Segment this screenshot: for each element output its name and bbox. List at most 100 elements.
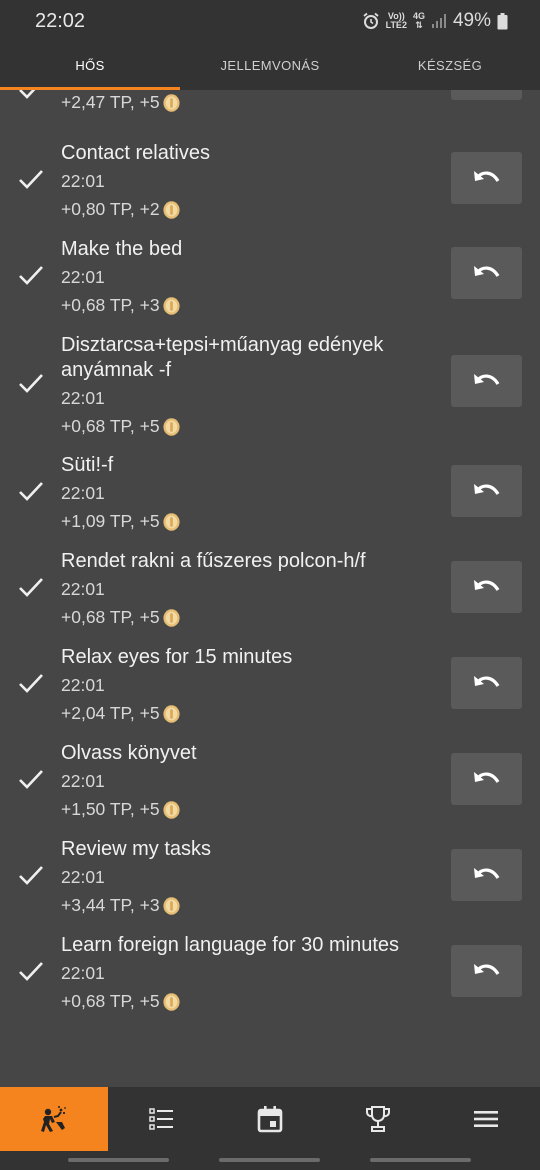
undo-icon [473, 868, 499, 879]
task-reward: +1,09 TP, +5 [61, 511, 181, 532]
tab-skills[interactable]: KÉSZSÉG [360, 44, 540, 90]
coin-icon [163, 992, 180, 1011]
coin-icon [163, 417, 180, 436]
check-icon [19, 962, 43, 981]
battery-level: 49% [452, 10, 491, 31]
task-reward: +0,68 TP, +5 [61, 607, 181, 628]
tab-traits[interactable]: JELLEMVONÁS [180, 44, 360, 90]
task-time: 22:01 [61, 867, 105, 887]
task-reward: +2,47 TP, +5 [61, 92, 181, 113]
menu-icon [474, 1111, 498, 1127]
task-time: 22:01 [61, 388, 105, 408]
undo-button[interactable] [451, 152, 522, 204]
undo-button[interactable] [451, 753, 522, 805]
task-reward: +0,68 TP, +5 [61, 416, 181, 437]
task-title: Contact relatives [61, 142, 210, 164]
check-icon [19, 90, 36, 99]
undo-icon [473, 580, 499, 591]
alarm-icon [363, 12, 379, 29]
battery-icon [497, 12, 508, 29]
status-time: 22:02 [35, 10, 86, 32]
check-icon [19, 374, 43, 393]
reward-text: +3,44 TP, +3 [61, 895, 160, 915]
coin-icon [163, 200, 180, 219]
task-title: Olvass könyvet [61, 742, 197, 764]
coin-icon [163, 93, 180, 112]
reward-text: +0,68 TP, +5 [61, 416, 160, 436]
task-reward: +3,44 TP, +3 [61, 895, 181, 916]
hero-icon [41, 1106, 66, 1132]
undo-button[interactable] [451, 355, 522, 407]
undo-button[interactable] [451, 465, 522, 517]
gesture-recents[interactable] [68, 1158, 169, 1162]
reward-text: +0,68 TP, +5 [61, 607, 160, 627]
check-icon [19, 866, 43, 885]
check-icon [19, 482, 43, 501]
undo-button[interactable] [451, 657, 522, 709]
nav-hero[interactable] [0, 1087, 108, 1151]
task-title: Learn foreign language for 30 minutes [61, 934, 400, 956]
gesture-home[interactable] [219, 1158, 320, 1162]
task-time: 22:01 [61, 171, 105, 191]
completed-task-list[interactable]: +2,47 TP, +5 Contact relatives 22:01 +0,… [0, 90, 540, 1085]
task-time: 22:01 [61, 579, 105, 599]
task-reward: +0,80 TP, +2 [61, 199, 181, 220]
reward-text: +0,80 TP, +2 [61, 199, 160, 219]
task-reward: +0,68 TP, +3 [61, 295, 181, 316]
task-title: Review my tasks [61, 838, 212, 860]
task-time: 22:01 [61, 267, 105, 287]
bottom-navigation [0, 1087, 540, 1151]
check-icon [19, 674, 43, 693]
undo-icon [473, 676, 499, 687]
undo-icon [473, 484, 499, 495]
calendar-icon [257, 1106, 283, 1133]
reward-text: +2,04 TP, +5 [61, 703, 160, 723]
coin-icon [163, 800, 180, 819]
nav-tasks[interactable] [108, 1087, 216, 1151]
check-icon [19, 578, 43, 597]
coin-icon [163, 896, 180, 915]
nav-calendar[interactable] [216, 1087, 324, 1151]
task-time: 22:01 [61, 483, 105, 503]
task-time: 22:01 [61, 771, 105, 791]
tab-hero[interactable]: HŐS [0, 44, 180, 90]
reward-text: +1,09 TP, +5 [61, 511, 160, 531]
reward-text: +1,50 TP, +5 [61, 799, 160, 819]
checklist-icon [149, 1108, 173, 1130]
undo-button[interactable] [451, 247, 522, 299]
status-icons: Vo)) LTE2 4G ⇅ 49% [362, 8, 508, 34]
undo-icon [473, 266, 499, 277]
check-icon [19, 770, 43, 789]
task-reward: +1,50 TP, +5 [61, 799, 181, 820]
task-title: Rendet rakni a fűszeres polcon-h/f [61, 550, 366, 572]
nav-achievements[interactable] [324, 1087, 432, 1151]
gesture-back[interactable] [370, 1158, 471, 1162]
coin-icon [163, 704, 180, 723]
coin-icon [163, 608, 180, 627]
coin-icon [163, 512, 180, 531]
task-title: Make the bed [61, 238, 183, 260]
tab-bar: HŐS JELLEMVONÁS KÉSZSÉG [0, 44, 540, 90]
task-title: Disztarcsa+tepsi+műanyag edények anyámna… [61, 334, 384, 381]
nav-menu[interactable] [432, 1087, 540, 1151]
undo-icon [473, 772, 499, 783]
undo-icon [473, 374, 499, 385]
check-icon [19, 266, 43, 285]
task-time: 22:01 [61, 675, 105, 695]
signal-icon [431, 14, 446, 28]
coin-icon [163, 296, 180, 315]
status-bar: 22:02 Vo)) LTE2 4G ⇅ 49% [0, 0, 540, 44]
undo-icon [473, 171, 499, 182]
undo-button[interactable] [451, 561, 522, 613]
task-reward: +2,04 TP, +5 [61, 703, 181, 724]
undo-button[interactable] [451, 90, 522, 100]
task-time: 22:01 [61, 963, 105, 983]
gesture-bar [0, 1151, 540, 1170]
volte-icon: Vo)) LTE2 [386, 12, 407, 30]
undo-button[interactable] [451, 849, 522, 901]
reward-text: +2,47 TP, +5 [61, 92, 160, 112]
check-icon [19, 170, 43, 189]
undo-button[interactable] [451, 945, 522, 997]
task-title: Relax eyes for 15 minutes [61, 646, 293, 668]
trophy-icon [366, 1106, 390, 1132]
